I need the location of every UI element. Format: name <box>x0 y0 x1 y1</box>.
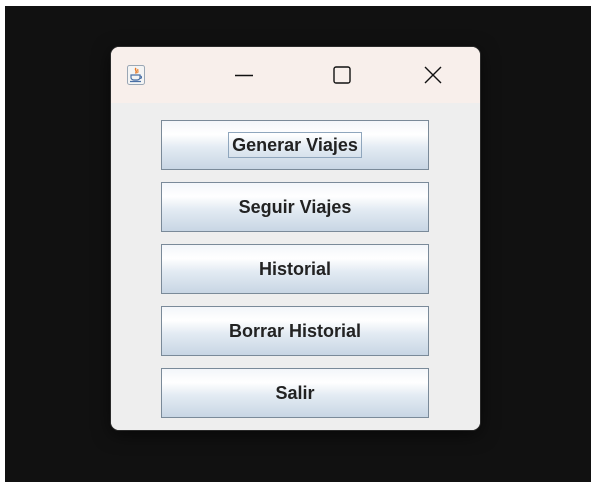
minimize-icon <box>234 65 254 85</box>
title-bar[interactable] <box>111 47 480 103</box>
maximize-button[interactable] <box>314 58 370 92</box>
close-icon <box>423 65 443 85</box>
minimize-button[interactable] <box>216 58 272 92</box>
historial-button[interactable]: Historial <box>161 244 429 294</box>
java-icon[interactable] <box>127 65 145 85</box>
generar-viajes-button[interactable]: Generar Viajes <box>161 120 429 170</box>
button-panel: Generar Viajes Seguir Viajes Historial B… <box>111 103 480 430</box>
salir-label: Salir <box>275 383 315 403</box>
seguir-viajes-label: Seguir Viajes <box>238 197 352 217</box>
salir-button[interactable]: Salir <box>161 368 429 418</box>
borrar-historial-label: Borrar Historial <box>228 321 362 341</box>
borrar-historial-button[interactable]: Borrar Historial <box>161 306 429 356</box>
seguir-viajes-button[interactable]: Seguir Viajes <box>161 182 429 232</box>
close-button[interactable] <box>405 58 461 92</box>
maximize-icon <box>332 65 352 85</box>
historial-label: Historial <box>258 259 332 279</box>
generar-viajes-label: Generar Viajes <box>228 132 362 158</box>
app-window: Generar Viajes Seguir Viajes Historial B… <box>111 47 480 430</box>
